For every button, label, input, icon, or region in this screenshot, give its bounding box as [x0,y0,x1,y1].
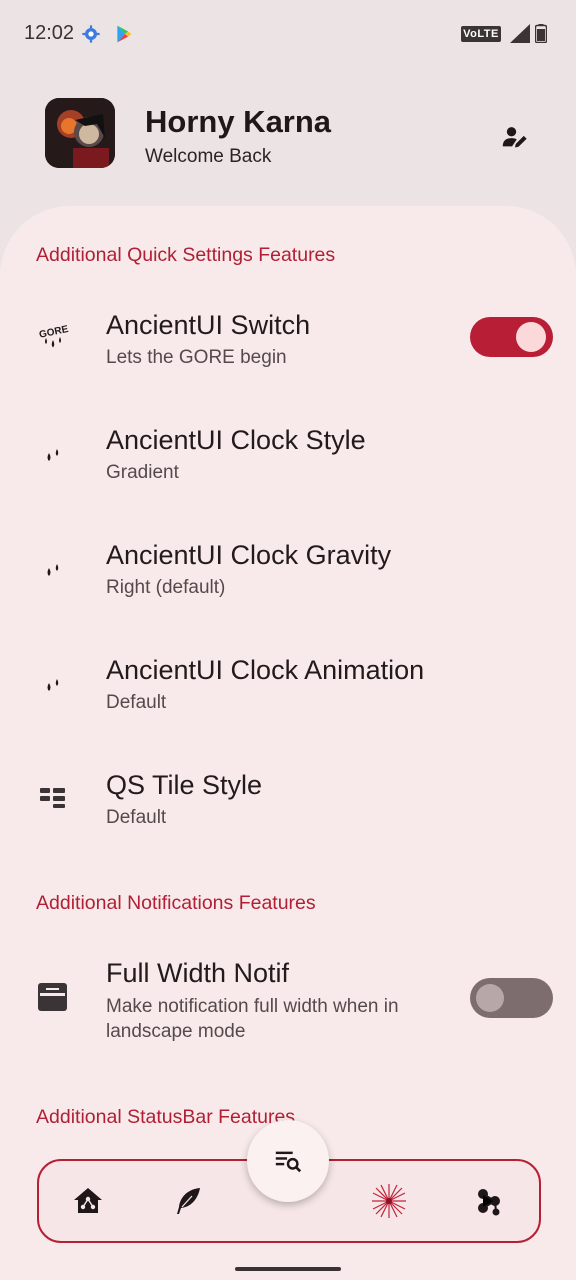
section-title-statusbar: Additional StatusBar Features [36,1106,296,1128]
setting-row-full-width-notif[interactable]: Full Width Notif Make notification full … [0,936,576,1046]
setting-row-clock-style[interactable]: AncientUI Clock Style Gradient [0,399,576,509]
settings-sheet: Additional Quick Settings Features GORE … [0,206,576,1280]
setting-row-clock-gravity[interactable]: AncientUI Clock Gravity Right (default) [0,514,576,624]
section-title-notifications: Additional Notifications Features [36,892,316,914]
setting-row-clock-animation[interactable]: AncientUI Clock Animation Default [0,629,576,739]
setting-title: AncientUI Clock Style [106,425,366,455]
nav-home-button[interactable] [68,1181,108,1221]
nav-molecule-button[interactable] [469,1181,509,1221]
setting-subtitle: Default [106,807,167,828]
avatar[interactable] [45,98,115,168]
home-network-icon [74,1188,102,1213]
drops-icon [36,552,70,586]
search-list-button[interactable] [247,1120,329,1202]
drops-icon [36,667,70,701]
signal-icon [510,24,530,43]
nav-burst-button[interactable] [369,1181,409,1221]
setting-subtitle: Make notification full width when in lan… [106,996,399,1042]
edit-person-icon [502,127,527,148]
notification-card-icon [36,980,70,1014]
full-width-notif-toggle[interactable] [470,978,553,1018]
gore-drops-icon: GORE [36,320,70,354]
tiles-icon [36,780,70,814]
setting-subtitle: Lets the GORE begin [106,347,287,368]
burst-icon [372,1184,406,1218]
section-title-quick-settings: Additional Quick Settings Features [36,244,336,266]
toggle-knob [516,322,546,352]
nav-feather-button[interactable] [168,1181,208,1221]
search-list-icon [275,1151,302,1173]
molecule-icon [478,1189,500,1216]
setting-row-qs-tile-style[interactable]: QS Tile Style Default [0,744,576,854]
status-bar: 12:02 VoLTE [0,0,576,68]
setting-subtitle: Default [106,692,167,713]
setting-title: AncientUI Switch [106,310,311,340]
setting-title: AncientUI Clock Animation [106,655,425,685]
ancientui-switch-toggle[interactable] [470,317,553,357]
play-store-icon [117,25,132,43]
setting-title: AncientUI Clock Gravity [106,540,392,570]
battery-icon [535,24,547,43]
setting-subtitle: Gradient [106,462,179,483]
user-name: Horny Karna [145,104,332,139]
setting-subtitle: Right (default) [106,577,226,598]
setting-title: Full Width Notif [106,958,290,988]
setting-title: QS Tile Style [106,770,263,800]
feather-icon [177,1188,200,1214]
gesture-home-indicator[interactable] [235,1267,341,1271]
edit-profile-button[interactable] [496,118,534,156]
volte-badge: VoLTE [461,26,501,42]
welcome-text: Welcome Back [145,146,272,167]
setting-row-ancientui-switch[interactable]: GORE AncientUI Switch Lets the GORE begi… [0,284,576,394]
svg-text:GORE: GORE [38,324,69,341]
settings-gear-icon [82,25,100,43]
profile-header: Horny Karna Welcome Back [0,90,576,200]
drops-icon [36,437,70,471]
toggle-knob [476,984,504,1012]
status-time: 12:02 [24,22,75,44]
